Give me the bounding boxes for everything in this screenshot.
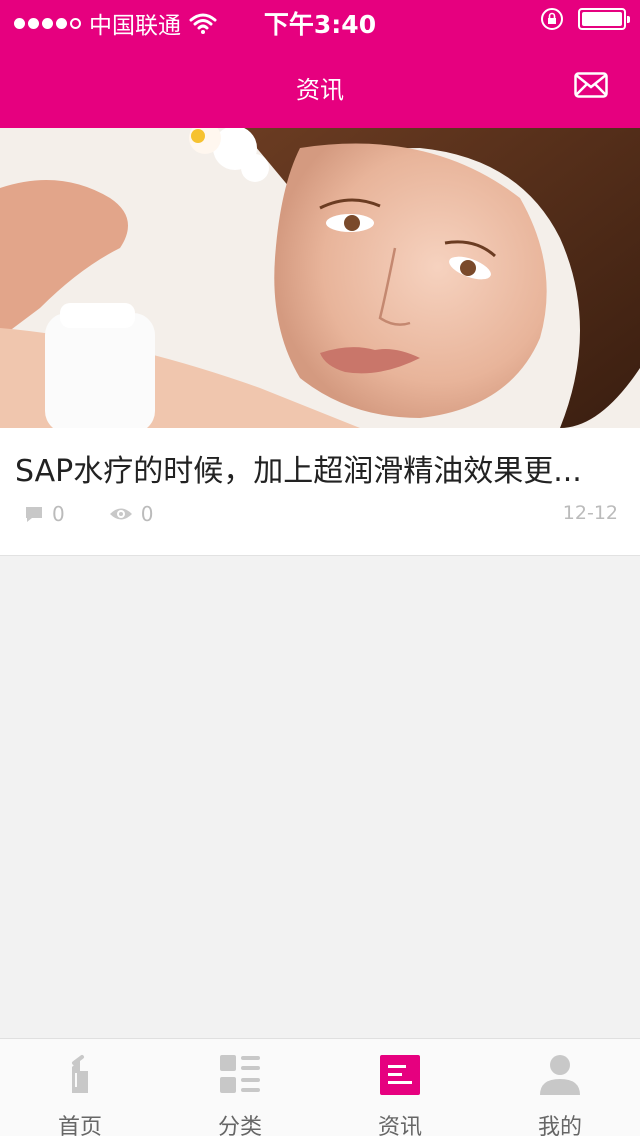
battery-icon [578,8,630,30]
tab-profile-label: 我的 [537,1115,582,1136]
bottom-tab-bar: 首页 分类 资讯 我的 [0,1038,640,1136]
news-icon [380,1055,420,1095]
category-icon [220,1055,260,1093]
status-bar: 中国联通 下午3:40 [0,0,640,40]
status-right [540,7,630,31]
comment-count-value: 0 [52,502,65,526]
view-count: 0 [109,502,154,526]
page-title: 资讯 [296,76,344,104]
mail-icon[interactable] [574,72,608,98]
tab-home-label: 首页 [57,1115,102,1136]
tab-category[interactable]: 分类 [160,1039,320,1136]
eye-icon [109,508,132,520]
article-card[interactable]: SAP水疗的时候，加上超润滑精油效果更... 0 0 12-12 [0,128,640,556]
article-date: 12-12 [562,502,618,524]
profile-icon [540,1055,580,1095]
article-cover-image [0,128,640,428]
rotation-lock-icon [541,8,563,30]
tab-category-label: 分类 [217,1115,262,1136]
tab-profile[interactable]: 我的 [480,1039,640,1136]
article-meta: 0 0 [24,502,197,526]
app-header: 中国联通 下午3:40 资讯 [0,0,640,128]
comment-count: 0 [24,502,65,526]
tab-news-label: 资讯 [377,1115,422,1136]
article-title[interactable]: SAP水疗的时候，加上超润滑精油效果更... [15,446,625,490]
tab-home[interactable]: 首页 [0,1039,160,1136]
comment-icon [26,507,42,522]
home-icon [72,1055,88,1093]
view-count-value: 0 [140,502,154,526]
tab-news[interactable]: 资讯 [320,1039,480,1136]
